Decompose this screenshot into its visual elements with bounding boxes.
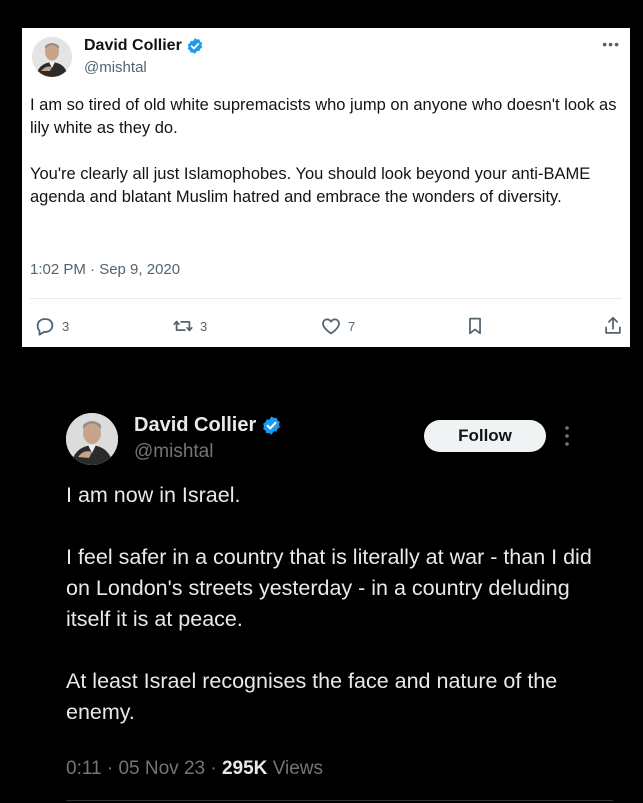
share-button[interactable] [602, 315, 624, 337]
divider [30, 298, 622, 299]
share-icon [605, 316, 621, 334]
more-vertical-icon[interactable] [564, 425, 570, 447]
separator-dot: · [106, 758, 114, 779]
retweet-icon [173, 320, 193, 332]
tweet-date[interactable]: 05 Nov 23 [118, 758, 205, 779]
avatar[interactable] [32, 37, 72, 77]
tweet-paragraph: At least Israel recognises the face and … [66, 669, 558, 724]
tweet-paragraph: I feel safer in a country that is litera… [66, 545, 592, 631]
bookmark-button[interactable] [464, 315, 486, 337]
profile-photo-icon [66, 413, 118, 465]
reply-icon [36, 318, 54, 336]
author-handle[interactable]: @mishtal [84, 59, 147, 76]
tweet-text: I am so tired of old white supremacists … [30, 94, 624, 232]
like-button[interactable]: 7 [320, 315, 355, 337]
tweet-paragraph: I am so tired of old white supremacists … [30, 96, 617, 137]
retweet-count: 3 [200, 318, 208, 334]
tweet-dark: David Collier @mishtal Follow I am now i… [0, 380, 643, 803]
more-horizontal-icon[interactable]: ••• [602, 36, 620, 52]
verified-badge-icon [263, 416, 281, 435]
tweet-meta: 0:11 · 05 Nov 23 · 295K Views [66, 758, 323, 780]
views-count: 295K [221, 758, 268, 779]
profile-photo-icon [32, 37, 72, 77]
quoted-tweet-light: David Collier @mishtal ••• I am so tired… [22, 28, 630, 347]
tweet-paragraph: You're clearly all just Islamophobes. Yo… [30, 165, 591, 206]
retweet-button[interactable]: 3 [172, 315, 207, 337]
tweet-timestamp[interactable]: 1:02 PM · Sep 9, 2020 [30, 261, 180, 278]
tweet-time[interactable]: 0:11 [66, 758, 102, 779]
reply-count: 3 [62, 318, 70, 334]
avatar[interactable] [66, 413, 118, 465]
separator-dot: · [210, 758, 217, 779]
like-count: 7 [348, 318, 356, 334]
divider [66, 800, 613, 801]
author-name[interactable]: David Collier [84, 37, 182, 55]
verified-badge-icon [187, 38, 202, 54]
tweet-text: I am now in Israel. I feel safer in a co… [66, 480, 606, 759]
author-handle[interactable]: @mishtal [134, 441, 213, 463]
follow-button[interactable]: Follow [424, 420, 546, 452]
views-label: Views [272, 758, 324, 779]
reply-button[interactable]: 3 [34, 315, 69, 337]
bookmark-icon [469, 317, 481, 335]
heart-icon [322, 318, 340, 335]
tweet-actions: 3 3 7 [30, 315, 624, 339]
author-name[interactable]: David Collier [134, 414, 256, 437]
tweet-paragraph: I am now in Israel. [66, 483, 241, 507]
